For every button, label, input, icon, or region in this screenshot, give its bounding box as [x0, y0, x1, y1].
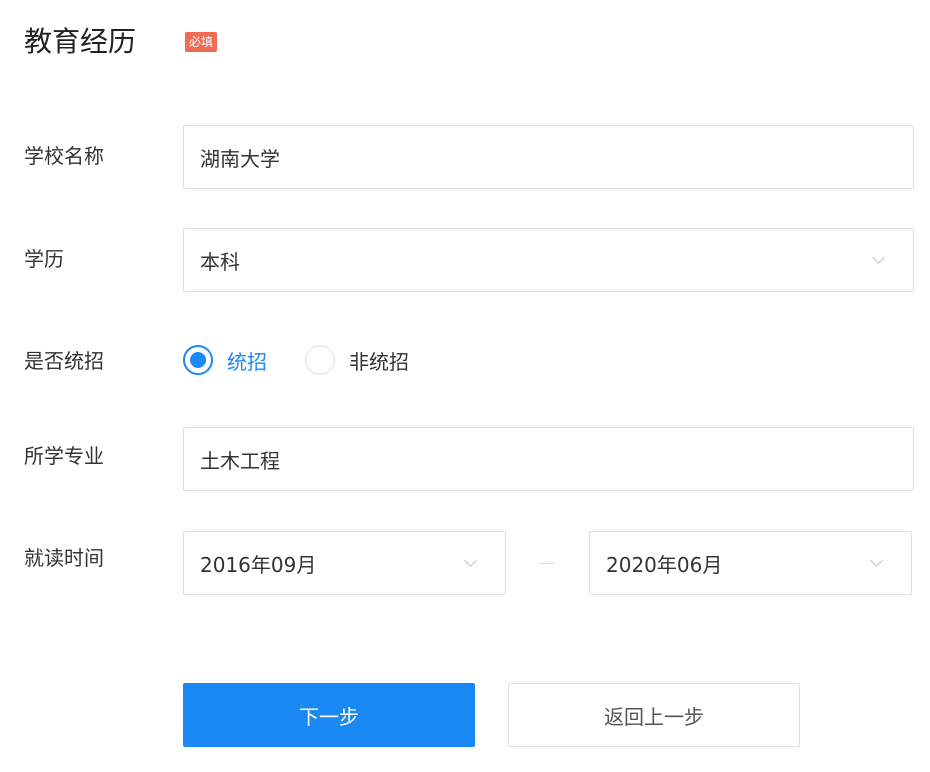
date-range-separator — [539, 563, 555, 564]
back-button[interactable]: 返回上一步 — [508, 683, 800, 747]
radio-unified[interactable]: 统招 — [183, 345, 267, 375]
radio-non-unified[interactable]: 非统招 — [305, 345, 409, 375]
radio-non-unified-label: 非统招 — [349, 349, 409, 374]
chevron-down-icon — [872, 250, 885, 264]
degree-select-value: 本科 — [200, 249, 240, 274]
major-input[interactable] — [183, 427, 914, 491]
enrollment-radio-group: 统招 非统招 — [183, 343, 447, 377]
enrollment-label: 是否统招 — [24, 349, 104, 373]
radio-unchecked-icon — [305, 345, 335, 375]
degree-label: 学历 — [24, 247, 64, 271]
education-form-page: 教育经历 必填 学校名称 学历 本科 是否统招 统招 非统招 所学专业 就读时间… — [0, 0, 930, 772]
required-badge: 必填 — [185, 32, 218, 52]
start-date-select[interactable]: 2016年09月 — [183, 531, 506, 595]
period-label: 就读时间 — [24, 546, 104, 570]
degree-select[interactable]: 本科 — [183, 228, 914, 292]
chevron-down-icon — [870, 553, 883, 567]
end-date-value: 2020年06月 — [606, 552, 723, 577]
next-step-button[interactable]: 下一步 — [183, 683, 475, 747]
school-input[interactable] — [183, 125, 914, 189]
major-label: 所学专业 — [24, 444, 104, 468]
school-label: 学校名称 — [24, 144, 104, 168]
radio-unified-label: 统招 — [227, 349, 267, 374]
end-date-select[interactable]: 2020年06月 — [589, 531, 912, 595]
start-date-value: 2016年09月 — [200, 552, 317, 577]
chevron-down-icon — [464, 553, 477, 567]
section-title: 教育经历 — [24, 25, 137, 58]
radio-checked-icon — [183, 345, 213, 375]
